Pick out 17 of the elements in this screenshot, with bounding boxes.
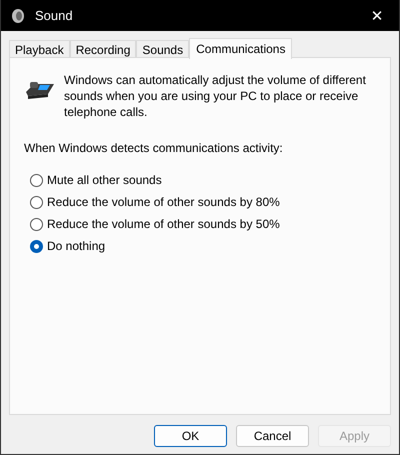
option-label: Reduce the volume of other sounds by 50%: [47, 217, 280, 231]
description-text: Windows can automatically adjust the volume of different sounds when you are using your PC to place or receive telephone calls.: [64, 72, 367, 120]
radio-button[interactable]: [30, 218, 43, 230]
option-label: Mute all other sounds: [47, 173, 162, 187]
tab[interactable]: Communications: [189, 38, 292, 59]
dialog-button[interactable]: OK: [154, 425, 227, 447]
option-label: Do nothing: [47, 239, 106, 253]
radio-button[interactable]: [30, 240, 43, 252]
radio-button[interactable]: [30, 174, 43, 186]
option-label: Reduce the volume of other sounds by 80%: [47, 195, 280, 209]
dialog-button[interactable]: Cancel: [236, 425, 309, 447]
window-title: Sound: [35, 8, 74, 23]
radio-button[interactable]: [30, 196, 43, 208]
prompt-text: When Windows detects communications activity:: [24, 141, 284, 155]
speaker-icon: [11, 8, 25, 24]
telephone-icon: [26, 82, 54, 99]
close-button[interactable]: ✕: [355, 0, 399, 31]
